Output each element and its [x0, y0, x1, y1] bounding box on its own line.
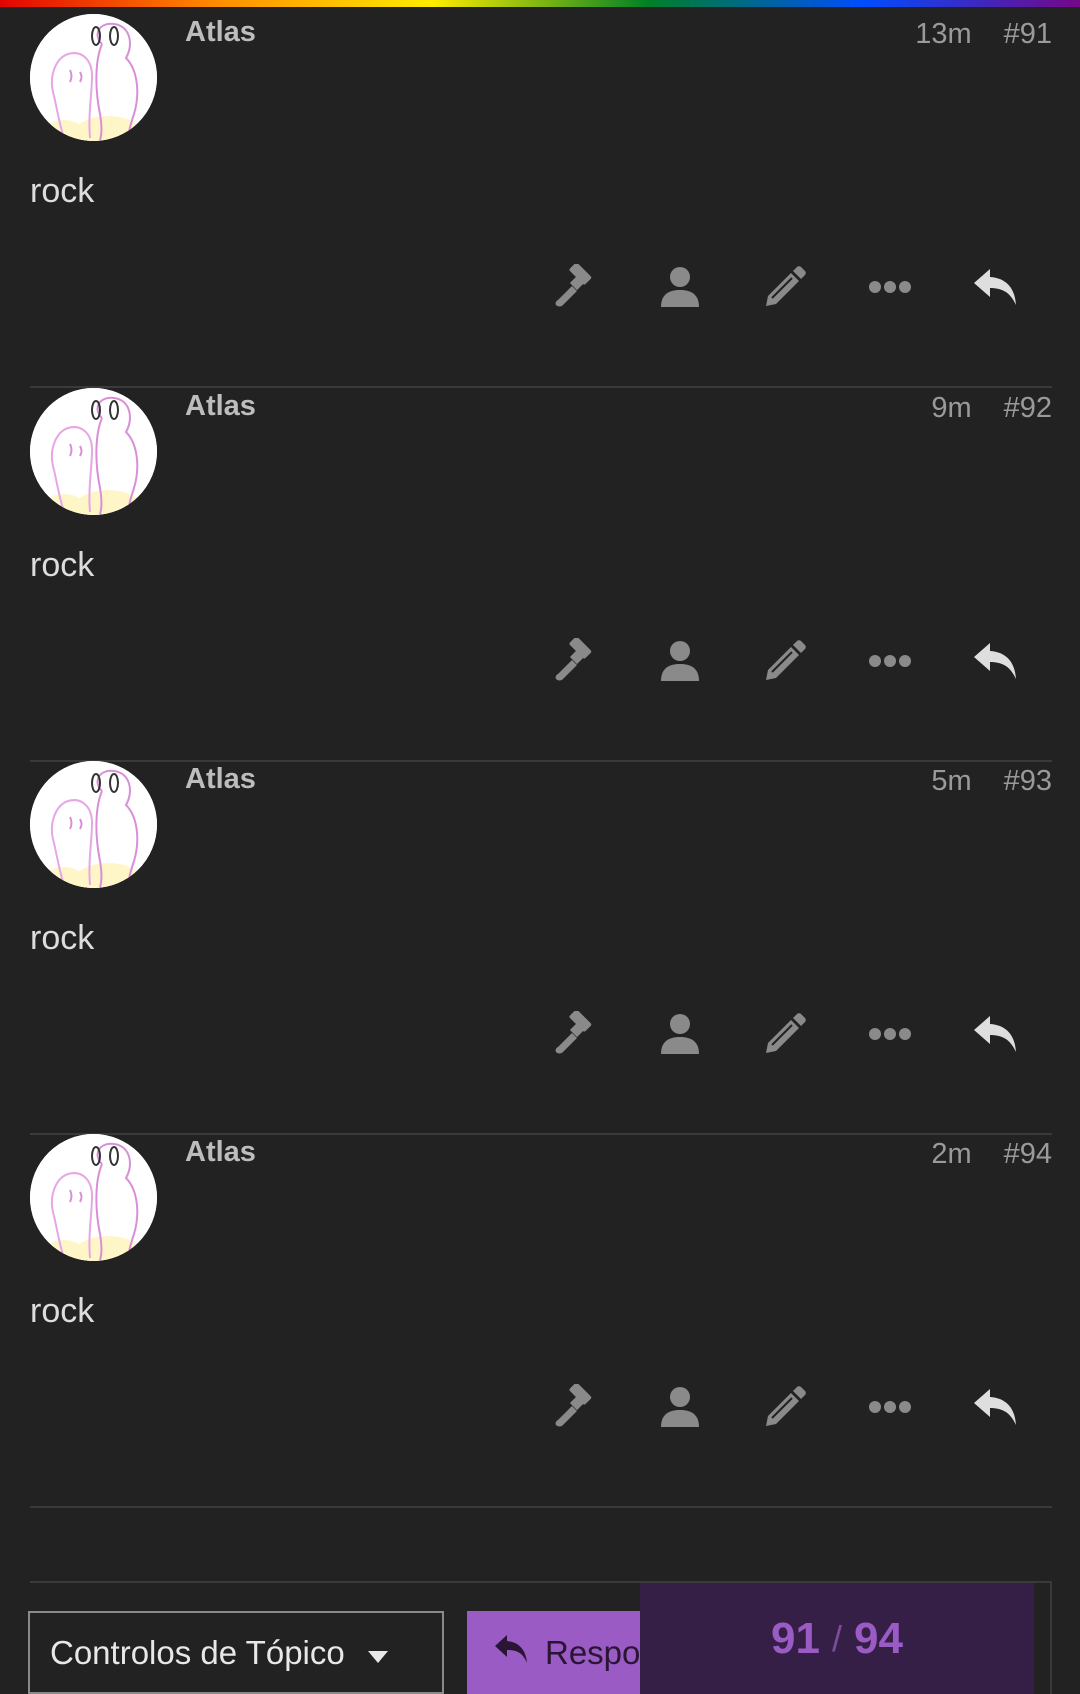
- reply-icon: [972, 1014, 1018, 1059]
- gavel-button[interactable]: [550, 1009, 600, 1062]
- post-content: rock: [30, 546, 95, 584]
- gavel-button[interactable]: [550, 262, 600, 315]
- avatar[interactable]: [30, 1134, 157, 1261]
- reply-icon: [493, 1633, 529, 1673]
- ellipsis-button[interactable]: [865, 1011, 915, 1061]
- reply-icon: [972, 1387, 1018, 1432]
- pencil-button[interactable]: [760, 1384, 810, 1434]
- post-content: rock: [30, 919, 95, 957]
- user-button[interactable]: [655, 264, 705, 314]
- post: Atlas 2m #94 rock: [30, 1134, 1052, 1537]
- post-time[interactable]: 2m: [931, 1138, 971, 1171]
- post-actions: [550, 636, 1050, 689]
- post-content: rock: [30, 172, 95, 210]
- user-button[interactable]: [655, 638, 705, 688]
- post-username[interactable]: Atlas: [185, 1136, 256, 1169]
- topic-controls-dropdown[interactable]: Controlos de Tópico: [28, 1611, 444, 1694]
- pencil-button[interactable]: [760, 638, 810, 688]
- post-number[interactable]: #94: [1004, 1138, 1052, 1171]
- post-content: rock: [30, 1292, 95, 1330]
- pencil-icon: [762, 1011, 808, 1062]
- post: Atlas 9m #92 rock: [30, 388, 1052, 791]
- post-actions: [550, 1009, 1050, 1062]
- caret-down-icon: [367, 1634, 389, 1672]
- post-actions: [550, 262, 1050, 315]
- post-actions: [550, 1382, 1050, 1435]
- post-meta: 9m #92: [931, 392, 1052, 425]
- user-button[interactable]: [655, 1384, 705, 1434]
- ellipsis-button[interactable]: [865, 638, 915, 688]
- post-time[interactable]: 13m: [915, 18, 971, 51]
- gavel-button[interactable]: [550, 1382, 600, 1435]
- avatar[interactable]: [30, 761, 157, 888]
- post-username[interactable]: Atlas: [185, 390, 256, 423]
- reply-button[interactable]: [970, 1384, 1020, 1434]
- post: Atlas 13m #91 rock: [30, 14, 1052, 417]
- rainbow-top-bar: [0, 0, 1080, 7]
- reply-button[interactable]: [970, 638, 1020, 688]
- reply-icon: [972, 267, 1018, 312]
- ellipsis-icon: [868, 1027, 912, 1046]
- pencil-icon: [762, 638, 808, 689]
- post-meta: 2m #94: [931, 1138, 1052, 1171]
- post-number[interactable]: #93: [1004, 765, 1052, 798]
- progress-separator: /: [831, 1617, 842, 1659]
- post: Atlas 5m #93 rock: [30, 761, 1052, 1164]
- ellipsis-icon: [868, 280, 912, 299]
- user-icon: [659, 265, 701, 314]
- reply-button[interactable]: [970, 264, 1020, 314]
- progress-edge: [1034, 1583, 1052, 1694]
- user-button[interactable]: [655, 1011, 705, 1061]
- topic-controls-label: Controlos de Tópico: [50, 1633, 345, 1671]
- avatar[interactable]: [30, 388, 157, 515]
- user-icon: [659, 1012, 701, 1061]
- ellipsis-icon: [868, 1400, 912, 1419]
- avatar[interactable]: [30, 14, 157, 141]
- user-icon: [659, 639, 701, 688]
- post-meta: 5m #93: [931, 765, 1052, 798]
- post-time[interactable]: 5m: [931, 765, 971, 798]
- post-meta: 13m #91: [915, 18, 1052, 51]
- pencil-button[interactable]: [760, 264, 810, 314]
- gavel-icon: [552, 1382, 598, 1435]
- reply-button[interactable]: Responder: [467, 1611, 667, 1694]
- gavel-icon: [552, 262, 598, 315]
- post-number[interactable]: #92: [1004, 392, 1052, 425]
- reply-icon: [972, 641, 1018, 686]
- pencil-button[interactable]: [760, 1011, 810, 1061]
- reply-button[interactable]: [970, 1011, 1020, 1061]
- post-username[interactable]: Atlas: [185, 16, 256, 49]
- post-number[interactable]: #91: [1004, 18, 1052, 51]
- post-time[interactable]: 9m: [931, 392, 971, 425]
- progress-total: 94: [854, 1613, 903, 1663]
- ellipsis-icon: [868, 654, 912, 673]
- ellipsis-button[interactable]: [865, 1384, 915, 1434]
- divider: [30, 1506, 1052, 1508]
- pencil-icon: [762, 1384, 808, 1435]
- gavel-icon: [552, 1009, 598, 1062]
- pencil-icon: [762, 264, 808, 315]
- gavel-icon: [552, 636, 598, 689]
- progress-current: 91: [771, 1613, 820, 1663]
- ellipsis-button[interactable]: [865, 264, 915, 314]
- user-icon: [659, 1385, 701, 1434]
- gavel-button[interactable]: [550, 636, 600, 689]
- post-progress-navigator[interactable]: 91 / 94: [640, 1583, 1034, 1694]
- post-username[interactable]: Atlas: [185, 763, 256, 796]
